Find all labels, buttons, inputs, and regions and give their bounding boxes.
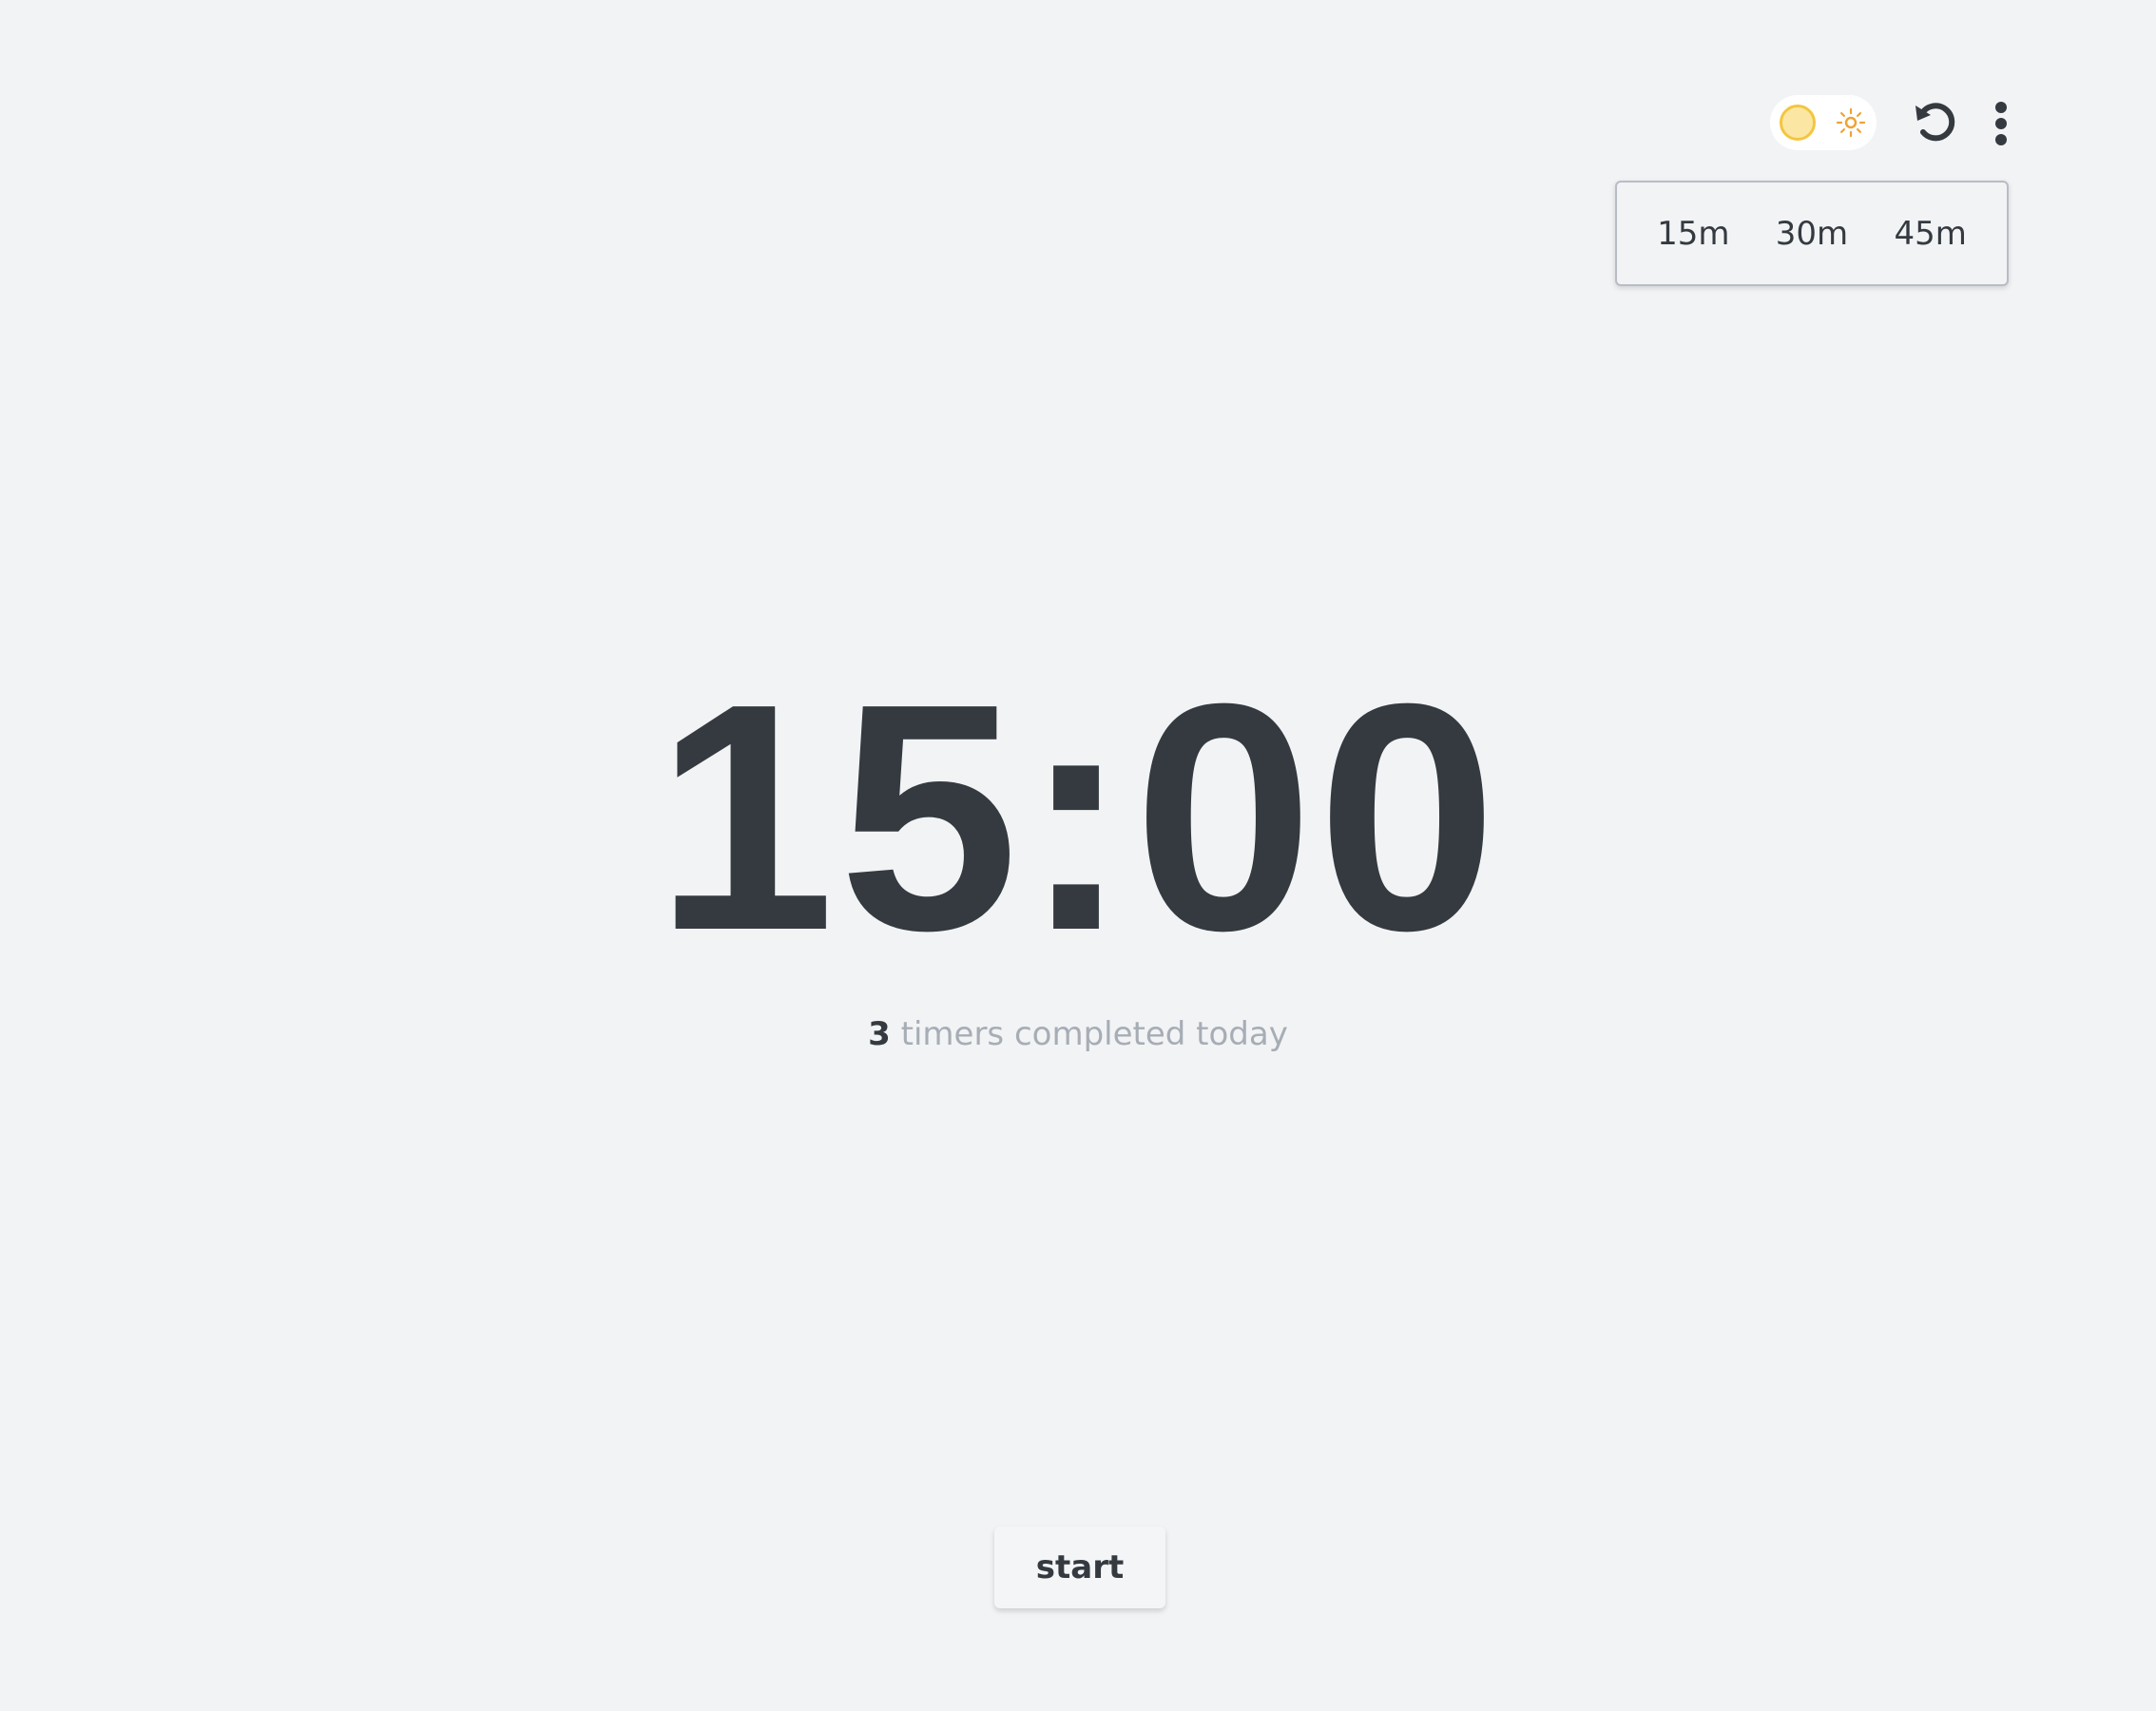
reset-icon <box>1915 103 1955 142</box>
timer-display: 15:00 <box>655 637 1501 998</box>
preset-45m[interactable]: 45m <box>1882 207 1977 260</box>
moon-icon <box>1780 105 1816 141</box>
reset-button[interactable] <box>1909 95 1962 148</box>
theme-toggle[interactable] <box>1770 95 1877 150</box>
sun-icon <box>1836 107 1866 138</box>
completed-label: timers completed today <box>900 1015 1288 1053</box>
completed-counter: 3 timers completed today <box>0 1015 2156 1053</box>
more-button[interactable] <box>1987 95 2015 152</box>
preset-menu: 15m 30m 45m <box>1615 181 2009 286</box>
preset-30m[interactable]: 30m <box>1764 207 1859 260</box>
more-vertical-icon <box>1995 102 2007 145</box>
preset-15m[interactable]: 15m <box>1646 207 1741 260</box>
completed-count: 3 <box>868 1015 891 1053</box>
start-button[interactable]: start <box>994 1527 1165 1608</box>
